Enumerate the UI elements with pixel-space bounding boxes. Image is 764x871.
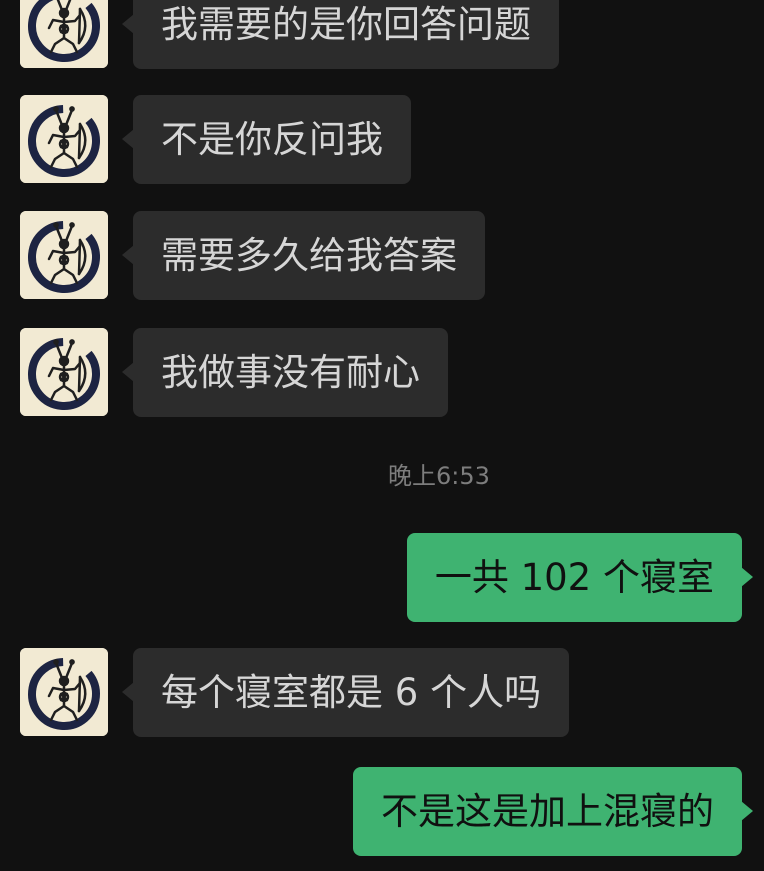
message-text: 不是你反问我 — [161, 118, 383, 161]
ant-figure-avatar-icon — [20, 328, 108, 416]
message-text: 一共 102 个寝室 — [434, 556, 714, 599]
sender-avatar[interactable] — [20, 0, 108, 68]
message-bubble[interactable]: 不是这是加上混寝的 — [353, 767, 753, 856]
message-bubble[interactable]: 需要多久给我答案 — [122, 211, 485, 300]
message-bubble[interactable]: 不是你反问我 — [122, 95, 411, 184]
ant-figure-avatar-icon — [20, 95, 108, 183]
incoming-message: 需要多久给我答案 — [0, 211, 764, 300]
incoming-message: 我需要的是你回答问题 — [0, 0, 764, 69]
chat-message-list[interactable]: 我需要的是你回答问题 不是你反问我 需要多久给我答案 我做事没有耐心 晚上6:5… — [0, 0, 764, 871]
message-text: 需要多久给我答案 — [161, 234, 457, 277]
incoming-message: 不是你反问我 — [0, 95, 764, 184]
sender-avatar[interactable] — [20, 648, 108, 736]
sender-avatar[interactable] — [20, 328, 108, 416]
ant-figure-avatar-icon — [20, 211, 108, 299]
message-bubble[interactable]: 我做事没有耐心 — [122, 328, 448, 417]
ant-figure-avatar-icon — [20, 648, 108, 736]
message-bubble[interactable]: 每个寝室都是 6 个人吗 — [121, 648, 570, 737]
sender-avatar[interactable] — [20, 95, 108, 183]
message-bubble[interactable]: 我需要的是你回答问题 — [122, 0, 559, 69]
incoming-message: 每个寝室都是 6 个人吗 — [0, 648, 764, 737]
message-bubble[interactable]: 一共 102 个寝室 — [406, 533, 754, 622]
incoming-message: 我做事没有耐心 — [0, 328, 764, 417]
message-text: 每个寝室都是 6 个人吗 — [161, 671, 542, 714]
message-text: 我做事没有耐心 — [161, 351, 420, 394]
outgoing-message: 不是这是加上混寝的 — [0, 767, 764, 856]
message-text: 不是这是加上混寝的 — [381, 790, 714, 833]
sender-avatar[interactable] — [20, 211, 108, 299]
ant-figure-avatar-icon — [20, 0, 108, 68]
message-text: 我需要的是你回答问题 — [161, 3, 531, 46]
message-timestamp: 晚上6:53 — [388, 462, 490, 490]
outgoing-message: 一共 102 个寝室 — [0, 533, 764, 622]
